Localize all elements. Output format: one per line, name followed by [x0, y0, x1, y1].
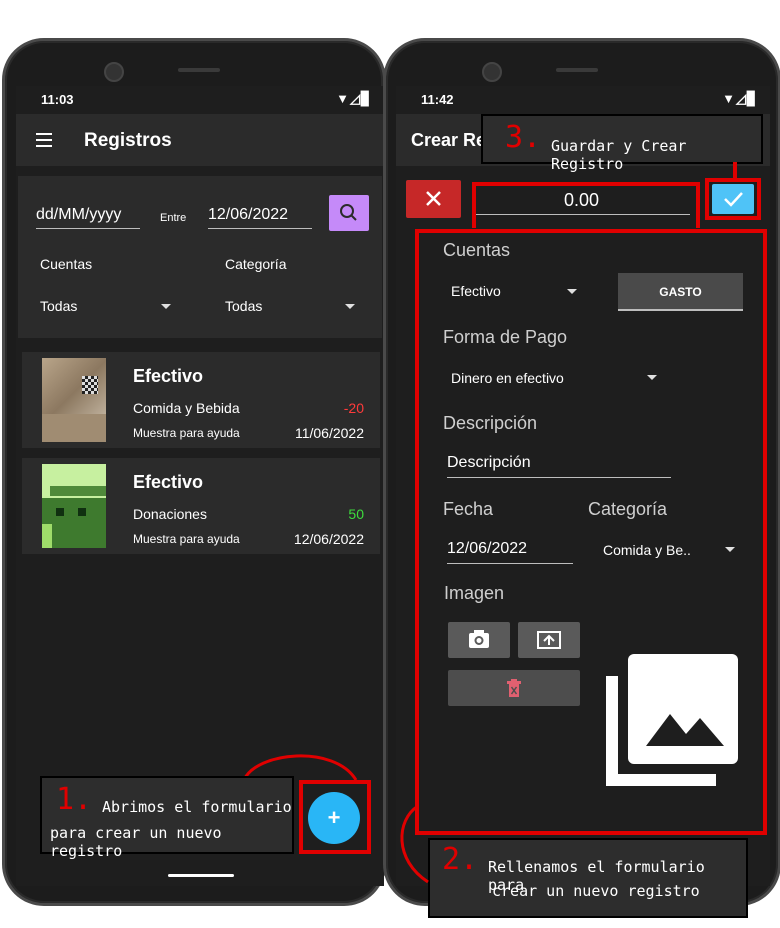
date-from-input[interactable]: dd/MM/yyyy [36, 206, 121, 224]
amount-highlight [472, 182, 700, 228]
status-icons: ▼◿▊ [336, 91, 372, 106]
record-thumbnail [42, 464, 106, 548]
categoria-label: Categoría [225, 256, 287, 272]
status-icons: ▼◿▊ [722, 91, 758, 106]
step1-callout: 1. Abrimos el formulario para crear un n… [40, 776, 294, 860]
search-icon [340, 204, 357, 221]
page-title: Registros [84, 130, 172, 151]
form-highlight [415, 229, 767, 835]
right-camera [482, 62, 502, 82]
status-time: 11:42 [421, 92, 454, 107]
left-camera [104, 62, 124, 82]
step1-line2: para crear un nuevo registro [50, 824, 222, 860]
between-label: Entre [160, 212, 187, 224]
record-thumbnail [42, 358, 106, 442]
record-date: 12/06/2022 [293, 531, 364, 547]
record-date: 11/06/2022 [294, 425, 364, 441]
step1-line1: Abrimos el formulario [102, 798, 292, 816]
record-category: Donaciones [133, 506, 207, 522]
date-to-input[interactable]: 12/06/2022 [208, 206, 288, 224]
fab-highlight [299, 780, 371, 854]
step3-number: 3. [505, 120, 542, 155]
categoria-select[interactable]: Todas [225, 298, 262, 314]
menu-icon[interactable] [36, 139, 52, 141]
cancel-button[interactable] [406, 180, 461, 218]
close-icon [426, 191, 441, 206]
step2-arc [400, 804, 429, 884]
step3-text: Guardar y Crear Registro [551, 137, 687, 173]
record-note: Muestra para ayuda [133, 426, 240, 440]
left-toolbar: Registros [16, 114, 384, 166]
step2-line2: crear un nuevo registro [492, 882, 700, 900]
date-from-underline [36, 228, 140, 229]
left-speaker [178, 68, 220, 72]
right-status-bar: 11:42 ▼◿▊ [396, 86, 770, 112]
record-category: Comida y Bebida [133, 400, 240, 416]
confirm-highlight [705, 178, 761, 220]
left-status-bar: 11:03 ▼◿▊ [16, 86, 384, 112]
chevron-down-icon[interactable] [345, 304, 355, 309]
step1-number: 1. [56, 782, 93, 817]
list-item[interactable]: Efectivo Donaciones 50 Muestra para ayud… [22, 458, 380, 554]
record-amount: 50 [348, 506, 364, 522]
record-account: Efectivo [133, 472, 204, 492]
status-time: 11:03 [41, 92, 74, 107]
filter-panel: dd/MM/yyyy Entre 12/06/2022 Cuentas Cate… [18, 176, 382, 338]
cuentas-select[interactable]: Todas [40, 298, 77, 314]
step2-callout: 2. Rellenamos el formulario para crear u… [428, 838, 748, 918]
cuentas-label: Cuentas [40, 256, 93, 272]
step2-number: 2. [442, 842, 479, 877]
chevron-down-icon[interactable] [161, 304, 171, 309]
date-to-underline [208, 228, 312, 229]
step3-callout: 3. Guardar y Crear Registro [481, 114, 763, 173]
record-note: Muestra para ayuda [133, 532, 240, 546]
list-item[interactable]: Efectivo Comida y Bebida -20 Muestra par… [22, 352, 380, 448]
home-indicator [168, 874, 234, 877]
right-speaker [556, 68, 598, 72]
page-title: Crear Re [411, 130, 487, 150]
search-button[interactable] [329, 195, 369, 231]
record-account: Efectivo [133, 366, 204, 386]
record-amount: -20 [343, 400, 364, 416]
